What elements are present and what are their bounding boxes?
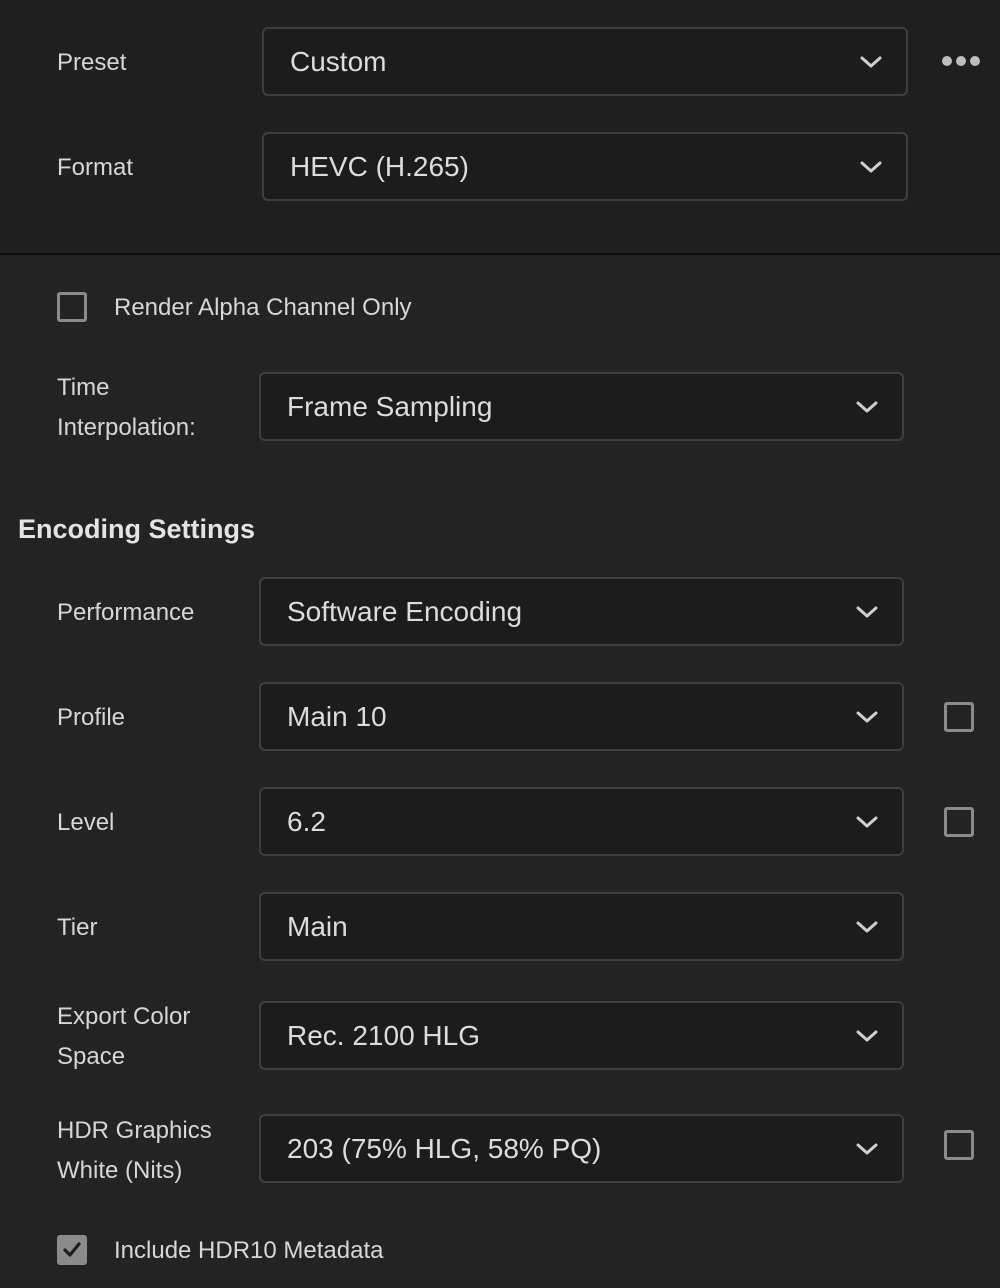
format-label: Format: [57, 154, 134, 181]
chevron-down-icon: [856, 711, 878, 723]
tier-value: Main: [287, 911, 348, 942]
hdr-white-dropdown[interactable]: 203 (75% HLG, 58% PQ): [259, 1114, 904, 1183]
format-value: HEVC (H.265): [290, 151, 469, 182]
profile-checkbox[interactable]: [944, 702, 974, 732]
color-space-label-line2: Space: [57, 1043, 126, 1070]
chevron-down-icon: [856, 1143, 878, 1155]
encoding-settings-heading: Encoding Settings: [18, 514, 256, 544]
profile-dropdown[interactable]: Main 10: [259, 682, 904, 751]
hdr-white-label-line2: White (Nits): [57, 1157, 183, 1184]
time-interpolation-label-line2: Interpolation:: [57, 414, 196, 441]
hdr10-metadata-checkbox[interactable]: [57, 1235, 87, 1265]
performance-label: Performance: [57, 599, 195, 626]
chevron-down-icon: [856, 816, 878, 828]
format-dropdown[interactable]: HEVC (H.265): [262, 132, 908, 201]
section-divider: [0, 253, 1000, 255]
chevron-down-icon: [856, 921, 878, 933]
hdr-white-checkbox[interactable]: [944, 1130, 974, 1160]
tier-dropdown[interactable]: Main: [259, 892, 904, 961]
level-label: Level: [57, 809, 115, 836]
hdr-white-value: 203 (75% HLG, 58% PQ): [287, 1133, 602, 1164]
more-options-icon[interactable]: [942, 54, 980, 70]
time-interpolation-dropdown[interactable]: Frame Sampling: [259, 372, 904, 441]
preset-value: Custom: [290, 46, 387, 77]
profile-value: Main 10: [287, 701, 387, 732]
color-space-label-line1: Export Color: [57, 1003, 191, 1030]
level-checkbox[interactable]: [944, 807, 974, 837]
chevron-down-icon: [856, 606, 878, 618]
time-interpolation-value: Frame Sampling: [287, 391, 493, 422]
checkmark-icon: [63, 1242, 81, 1257]
chevron-down-icon: [860, 161, 882, 173]
hdr10-metadata-label: Include HDR10 Metadata: [114, 1237, 384, 1264]
level-value: 6.2: [287, 806, 326, 837]
time-interpolation-label-line1: Time: [57, 374, 110, 401]
color-space-value: Rec. 2100 HLG: [287, 1020, 480, 1051]
performance-value: Software Encoding: [287, 596, 523, 627]
render-alpha-label: Render Alpha Channel Only: [114, 294, 412, 321]
tier-label: Tier: [57, 914, 98, 941]
preset-label: Preset: [57, 49, 127, 76]
chevron-down-icon: [860, 56, 882, 68]
preset-dropdown[interactable]: Custom: [262, 27, 908, 96]
level-dropdown[interactable]: 6.2: [259, 787, 904, 856]
color-space-dropdown[interactable]: Rec. 2100 HLG: [259, 1001, 904, 1070]
chevron-down-icon: [856, 401, 878, 413]
profile-label: Profile: [57, 704, 126, 731]
performance-dropdown[interactable]: Software Encoding: [259, 577, 904, 646]
hdr-white-label-line1: HDR Graphics: [57, 1117, 212, 1144]
chevron-down-icon: [856, 1030, 878, 1042]
render-alpha-checkbox[interactable]: [57, 292, 87, 322]
